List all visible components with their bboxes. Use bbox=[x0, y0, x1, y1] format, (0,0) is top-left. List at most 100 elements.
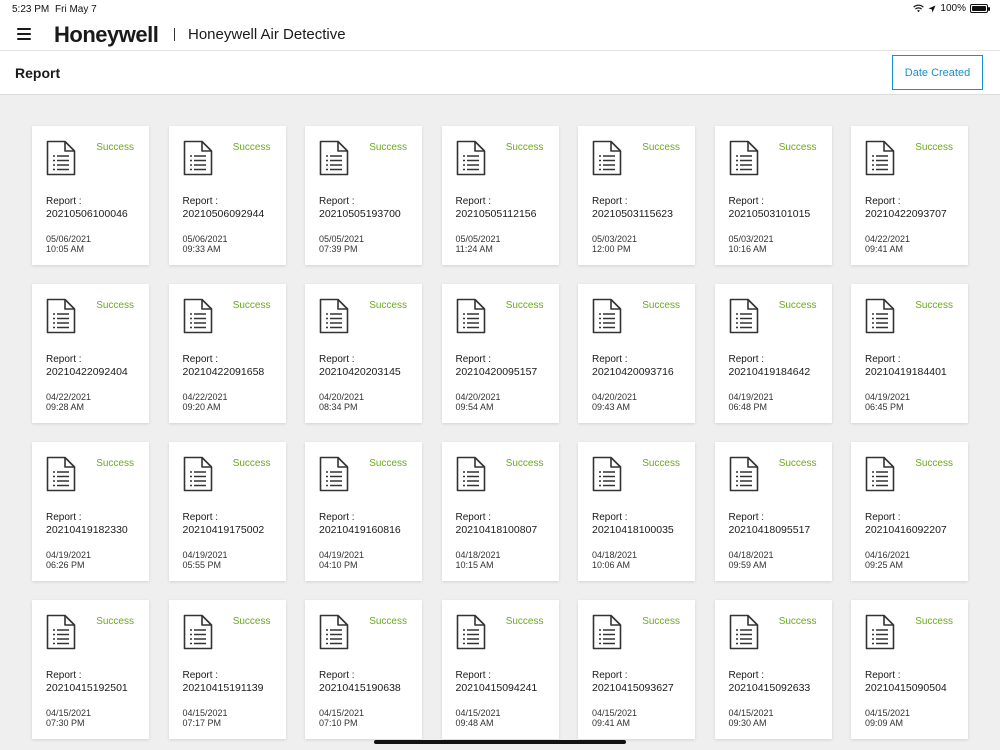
report-card[interactable]: Success Report : 20210422091658 04/22/20… bbox=[168, 284, 286, 423]
report-card[interactable]: Success Report : 20210415190638 04/15/20… bbox=[305, 600, 422, 739]
report-id: 20210415190638 bbox=[319, 682, 401, 694]
report-id: 20210419175002 bbox=[182, 524, 265, 536]
report-time: 07:17 PM bbox=[182, 718, 222, 728]
report-id: 20210419160816 bbox=[319, 524, 401, 536]
document-icon bbox=[729, 140, 758, 176]
status-time: 5:23 PM bbox=[12, 4, 50, 15]
report-label: Report : bbox=[865, 354, 901, 365]
report-status: Success bbox=[96, 616, 134, 627]
document-icon bbox=[592, 140, 622, 176]
report-id: 20210415191139 bbox=[182, 682, 264, 694]
report-label: Report : bbox=[319, 196, 355, 207]
report-time: 09:20 AM bbox=[182, 402, 221, 412]
report-label: Report : bbox=[728, 354, 765, 365]
report-time: 10:05 AM bbox=[46, 244, 85, 254]
report-card[interactable]: Success Report : 20210420203145 04/20/20… bbox=[305, 284, 422, 423]
report-id: 20210422092404 bbox=[46, 366, 128, 378]
report-card[interactable]: Success Report : 20210422093707 04/22/20… bbox=[851, 126, 968, 265]
report-id: 20210422091658 bbox=[182, 366, 265, 378]
report-time: 09:09 AM bbox=[865, 718, 904, 728]
report-card[interactable]: Success Report : 20210418095517 04/18/20… bbox=[714, 442, 832, 581]
report-card[interactable]: Success Report : 20210506100046 05/06/20… bbox=[32, 126, 149, 265]
report-card[interactable]: Success Report : 20210420093716 04/20/20… bbox=[578, 284, 695, 423]
document-icon bbox=[46, 456, 76, 492]
report-date: 04/19/2021 bbox=[46, 550, 92, 560]
report-card[interactable]: Success Report : 20210415090504 04/15/20… bbox=[851, 600, 968, 739]
report-time: 06:45 PM bbox=[865, 402, 904, 412]
report-date: 04/22/2021 bbox=[865, 234, 911, 244]
report-time: 09:28 AM bbox=[46, 402, 85, 412]
report-time: 06:48 PM bbox=[728, 402, 768, 412]
report-card[interactable]: Success Report : 20210415093627 04/15/20… bbox=[578, 600, 695, 739]
document-icon bbox=[319, 298, 349, 334]
home-indicator[interactable] bbox=[374, 740, 626, 744]
report-card[interactable]: Success Report : 20210419175002 04/19/20… bbox=[168, 442, 286, 581]
document-icon bbox=[729, 298, 758, 334]
document-icon bbox=[592, 298, 622, 334]
battery-percent: 100% bbox=[940, 3, 966, 14]
document-icon bbox=[456, 298, 485, 334]
report-label: Report : bbox=[182, 354, 219, 365]
title-divider bbox=[174, 28, 175, 41]
report-date: 04/20/2021 bbox=[319, 392, 365, 402]
report-status: Success bbox=[96, 300, 134, 311]
report-time: 07:10 PM bbox=[319, 718, 358, 728]
report-time: 09:54 AM bbox=[455, 402, 494, 412]
report-status: Success bbox=[778, 458, 817, 469]
report-card[interactable]: Success Report : 20210419184401 04/19/20… bbox=[851, 284, 968, 423]
report-id: 20210418100035 bbox=[592, 524, 674, 536]
report-label: Report : bbox=[455, 354, 492, 365]
document-icon bbox=[592, 614, 622, 650]
report-card[interactable]: Success Report : 20210415192501 04/15/20… bbox=[32, 600, 149, 739]
report-date: 04/15/2021 bbox=[319, 708, 365, 718]
document-icon bbox=[319, 140, 349, 176]
report-id: 20210418100807 bbox=[455, 524, 538, 536]
report-card[interactable]: Success Report : 20210419160816 04/19/20… bbox=[305, 442, 422, 581]
report-status: Success bbox=[505, 142, 544, 153]
report-label: Report : bbox=[592, 512, 628, 523]
report-grid: Success Report : 20210506100046 05/06/20… bbox=[32, 126, 968, 739]
report-card[interactable]: Success Report : 20210503101015 05/03/20… bbox=[714, 126, 832, 265]
report-time: 09:41 AM bbox=[592, 718, 631, 728]
report-card[interactable]: Success Report : 20210418100807 04/18/20… bbox=[441, 442, 559, 581]
report-card[interactable]: Success Report : 20210419184642 04/19/20… bbox=[714, 284, 832, 423]
report-card[interactable]: Success Report : 20210506092944 05/06/20… bbox=[168, 126, 286, 265]
brand-logo: Honeywell bbox=[54, 22, 159, 47]
report-label: Report : bbox=[182, 512, 219, 523]
report-card[interactable]: Success Report : 20210422092404 04/22/20… bbox=[32, 284, 149, 423]
report-date: 04/19/2021 bbox=[182, 550, 228, 560]
hamburger-menu-icon[interactable] bbox=[17, 28, 31, 40]
report-date: 04/15/2021 bbox=[182, 708, 228, 718]
wifi-icon bbox=[913, 4, 925, 13]
report-card[interactable]: Success Report : 20210415094241 04/15/20… bbox=[441, 600, 559, 739]
report-label: Report : bbox=[865, 196, 901, 207]
report-status: Success bbox=[232, 142, 271, 153]
report-label: Report : bbox=[455, 512, 492, 523]
report-id: 20210415090504 bbox=[865, 682, 947, 694]
report-time: 10:16 AM bbox=[728, 244, 767, 254]
report-status: Success bbox=[642, 300, 680, 311]
report-id: 20210420095157 bbox=[455, 366, 538, 378]
report-date: 04/15/2021 bbox=[728, 708, 774, 718]
report-card[interactable]: Success Report : 20210505112156 05/05/20… bbox=[441, 126, 559, 265]
report-card[interactable]: Success Report : 20210503115623 05/03/20… bbox=[578, 126, 695, 265]
report-label: Report : bbox=[865, 670, 901, 681]
report-card[interactable]: Success Report : 20210415191139 04/15/20… bbox=[168, 600, 286, 739]
report-card[interactable]: Success Report : 20210419182330 04/19/20… bbox=[32, 442, 149, 581]
report-card[interactable]: Success Report : 20210416092207 04/16/20… bbox=[851, 442, 968, 581]
date-created-sort-button[interactable]: Date Created bbox=[892, 55, 983, 90]
report-card[interactable]: Success Report : 20210418100035 04/18/20… bbox=[578, 442, 695, 581]
report-card[interactable]: Success Report : 20210505193700 05/05/20… bbox=[305, 126, 422, 265]
document-icon bbox=[183, 140, 212, 176]
report-card[interactable]: Success Report : 20210420095157 04/20/20… bbox=[441, 284, 559, 423]
status-date: Fri May 7 bbox=[55, 4, 97, 15]
document-icon bbox=[46, 614, 76, 650]
document-icon bbox=[456, 456, 485, 492]
document-icon bbox=[729, 456, 758, 492]
report-date: 04/18/2021 bbox=[728, 550, 774, 560]
report-status: Success bbox=[505, 458, 544, 469]
report-card[interactable]: Success Report : 20210415092633 04/15/20… bbox=[714, 600, 832, 739]
report-status: Success bbox=[232, 616, 271, 627]
report-date: 04/15/2021 bbox=[46, 708, 92, 718]
report-status: Success bbox=[505, 616, 544, 627]
